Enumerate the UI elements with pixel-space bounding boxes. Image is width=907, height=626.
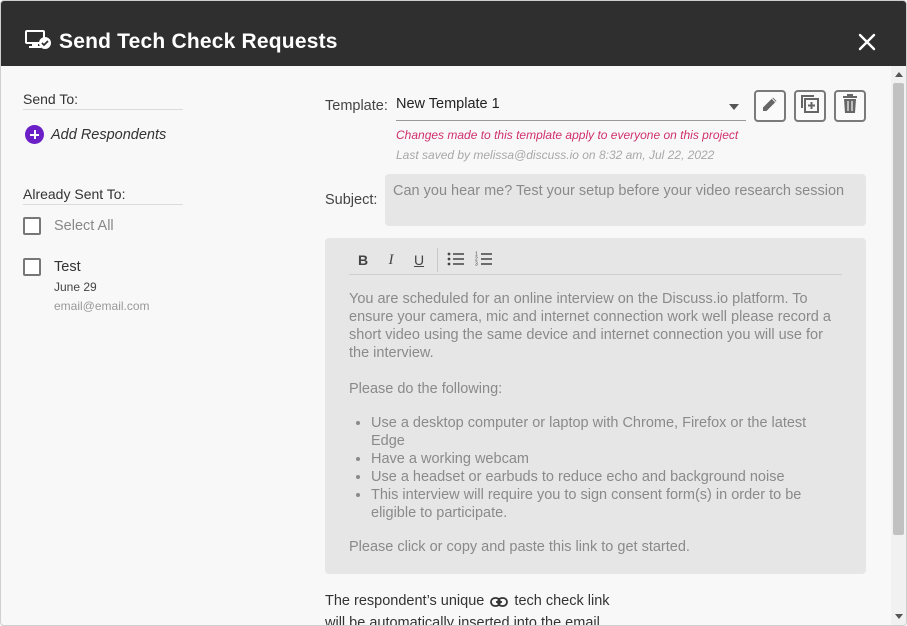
respondent-checkbox[interactable] <box>23 258 41 276</box>
link-note: The respondent’s unique tech check link … <box>325 592 610 626</box>
message-editor[interactable]: B I U 1 2 3 You are scheduled for an onl… <box>325 238 866 574</box>
link-note-text-start: The respondent’s unique <box>325 593 485 609</box>
list-item: This interview will require you to sign … <box>371 486 839 522</box>
svg-text:3: 3 <box>475 262 478 267</box>
delete-template-button[interactable] <box>834 90 866 122</box>
tech-check-dialog: Send Tech Check Requests Send To: Add Re… <box>0 0 907 626</box>
italic-button[interactable]: I <box>377 248 405 272</box>
message-bullet-list: Use a desktop computer or laptop with Ch… <box>371 414 839 522</box>
select-all-row: Select All <box>23 217 114 235</box>
add-circle-icon <box>25 125 44 144</box>
copy-plus-icon <box>800 94 820 119</box>
chevron-down-icon <box>729 104 739 110</box>
numbered-list-button[interactable]: 1 2 3 <box>470 248 498 272</box>
respondent-info: Test June 29 email@email.com <box>54 258 150 313</box>
scroll-down-arrow-icon[interactable] <box>895 614 903 619</box>
monitor-check-icon <box>25 30 51 55</box>
editor-toolbar: B I U 1 2 3 <box>349 246 842 275</box>
message-paragraph: Please click or copy and paste this link… <box>349 539 690 555</box>
numbered-list-icon: 1 2 3 <box>475 251 493 269</box>
scrollbar-thumb[interactable] <box>893 83 904 535</box>
link-note-line2: will be automatically inserted into the … <box>325 615 600 626</box>
list-item: Have a working webcam <box>371 450 839 468</box>
send-to-label: Send To: <box>23 91 183 110</box>
template-warning: Changes made to this template apply to e… <box>396 128 739 142</box>
add-respondents-button[interactable]: Add Respondents <box>25 125 166 144</box>
bullet-list-icon <box>447 252 465 269</box>
select-all-label: Select All <box>54 218 114 234</box>
pencil-icon <box>761 95 779 118</box>
bullet-list-button[interactable] <box>442 248 470 272</box>
toolbar-divider <box>437 248 438 272</box>
message-panel: Template: New Template 1 Changes made to… <box>325 66 870 626</box>
message-paragraph: Please do the following: <box>349 381 503 397</box>
duplicate-template-button[interactable] <box>794 90 826 122</box>
scroll-up-arrow-icon[interactable] <box>895 72 903 77</box>
respondent-email: email@email.com <box>54 299 150 313</box>
edit-template-button[interactable] <box>754 90 786 122</box>
underline-button[interactable]: U <box>405 248 433 272</box>
subject-label: Subject: <box>325 192 378 208</box>
subject-input[interactable]: Can you hear me? Test your setup before … <box>385 174 866 226</box>
link-icon <box>490 595 509 614</box>
already-sent-label: Already Sent To: <box>23 186 183 205</box>
list-item: Use a headset or earbuds to reduce echo … <box>371 468 839 486</box>
last-saved-text: Last saved by melissa@discuss.io on 8:32… <box>396 148 715 162</box>
template-selected-value: New Template 1 <box>396 96 500 112</box>
respondent-row: Test June 29 email@email.com <box>23 258 150 313</box>
trash-icon <box>842 93 858 119</box>
template-label: Template: <box>325 98 388 114</box>
add-respondents-label: Add Respondents <box>51 126 167 143</box>
bold-button[interactable]: B <box>349 248 377 272</box>
dialog-title: Send Tech Check Requests <box>59 30 338 53</box>
list-item: Use a desktop computer or laptop with Ch… <box>371 414 839 450</box>
link-note-text-end: tech check link <box>514 593 610 609</box>
scrollbar[interactable] <box>891 66 906 625</box>
close-icon[interactable] <box>857 32 877 52</box>
select-all-checkbox[interactable] <box>23 217 41 235</box>
respondent-date: June 29 <box>54 280 97 294</box>
editor-body[interactable]: You are scheduled for an online intervie… <box>349 290 839 574</box>
message-paragraph: You are scheduled for an online intervie… <box>349 291 831 361</box>
respondent-name: Test <box>54 259 81 275</box>
dialog-header: Send Tech Check Requests <box>1 1 906 66</box>
template-select[interactable]: New Template 1 <box>396 94 746 121</box>
